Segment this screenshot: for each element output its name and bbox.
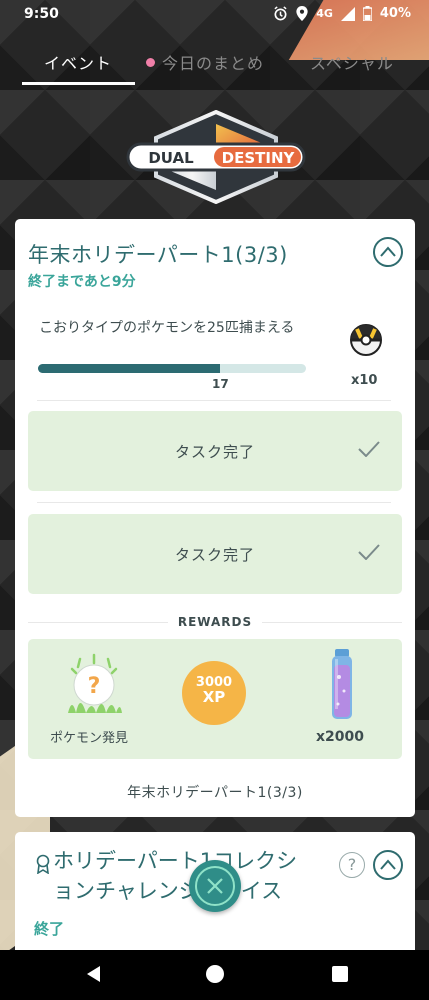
battery-level: 40% <box>379 6 411 21</box>
logo-word-1: DUAL <box>148 149 194 167</box>
xp-amount: 3000 <box>195 675 233 690</box>
card-footer-title: 年末ホリデーパート1(3/3) <box>127 785 303 801</box>
xp-unit: XP <box>202 688 226 706</box>
task-description: こおりタイプのポケモンを25匹捕まえる <box>39 320 295 336</box>
status-bar: 9:50 4G 40% <box>0 0 429 30</box>
notification-dot <box>146 58 155 67</box>
signal-icon <box>340 6 355 21</box>
battery-icon <box>362 6 372 21</box>
tab-today-summary[interactable]: 今日のまとめ <box>146 50 264 74</box>
network-type: 4G <box>316 7 333 20</box>
task-progress-fill <box>38 364 221 373</box>
tab-today-summary-label: 今日のまとめ <box>162 54 265 73</box>
pokemon-encounter-icon: ? <box>68 653 122 713</box>
svg-text:?: ? <box>88 674 101 699</box>
home-icon[interactable] <box>205 964 225 984</box>
active-tab-indicator <box>22 82 135 85</box>
recents-icon[interactable] <box>330 964 350 984</box>
medal-icon <box>36 854 50 874</box>
tab-events[interactable]: イベント <box>44 50 112 74</box>
xp-badge: 3000 XP <box>182 661 246 725</box>
collection-status: 終了 <box>34 920 65 938</box>
event-time-left: 終了まであと9分 <box>28 274 136 290</box>
completed-task-label: タスク完了 <box>174 546 255 564</box>
rewards-box: ? ポケモン発見 3000 XP x2000 <box>28 639 402 759</box>
collapse-button[interactable] <box>373 237 403 267</box>
task-reward-quantity: x10 <box>351 373 378 388</box>
back-icon[interactable] <box>84 964 104 984</box>
task-progress-value: 17 <box>212 377 229 391</box>
tab-bar: イベント 今日のまとめ スペシャル <box>0 40 429 85</box>
close-button[interactable] <box>189 860 241 912</box>
divider <box>262 622 402 623</box>
stardust-vial-icon <box>332 649 352 719</box>
help-button[interactable]: ? <box>339 852 365 878</box>
alarm-icon <box>274 6 287 21</box>
dual-destiny-logo: DUAL DESTINY <box>126 110 306 204</box>
completed-task: タスク完了 <box>28 514 402 594</box>
system-nav-bar <box>0 950 429 1000</box>
collection-title: ホリデーパート1コレクションチャレンジ：アイス <box>53 849 298 903</box>
event-card: 年末ホリデーパート1(3/3) 終了まであと9分 こおりタイプのポケモンを25匹… <box>15 219 415 817</box>
ultra-ball-icon <box>350 324 382 356</box>
checkmark-icon <box>358 441 380 457</box>
task-progress-bar <box>38 364 306 373</box>
pokemon-encounter-label: ポケモン発見 <box>50 731 129 746</box>
chevron-up-icon <box>380 246 396 257</box>
status-time: 9:50 <box>24 6 59 22</box>
divider <box>37 502 391 503</box>
divider <box>37 400 391 401</box>
event-title: 年末ホリデーパート1(3/3) <box>28 243 288 267</box>
completed-task-label: タスク完了 <box>174 443 255 461</box>
close-icon <box>207 878 223 894</box>
checkmark-icon <box>358 544 380 560</box>
completed-task: タスク完了 <box>28 411 402 491</box>
tab-special[interactable]: スペシャル <box>310 50 394 74</box>
collapse-button[interactable] <box>373 850 403 880</box>
logo-word-2: DESTINY <box>222 149 296 167</box>
chevron-up-icon <box>380 859 396 870</box>
stardust-quantity: x2000 <box>316 729 364 745</box>
location-icon <box>296 6 308 21</box>
